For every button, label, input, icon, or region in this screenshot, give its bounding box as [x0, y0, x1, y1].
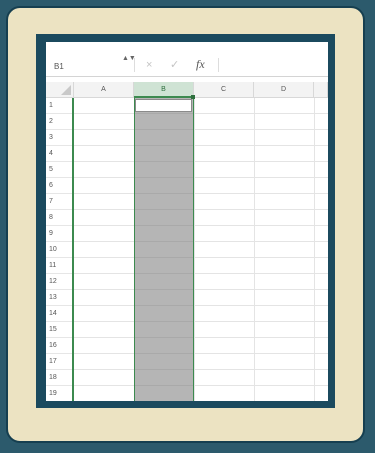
gridline-horizontal — [74, 193, 328, 194]
gridline-horizontal — [74, 225, 328, 226]
row-header-4[interactable]: 4 — [46, 146, 74, 162]
gridline-horizontal — [135, 225, 193, 226]
row-header-12[interactable]: 12 — [46, 274, 74, 290]
formula-bar-divider — [134, 58, 135, 72]
gridline-horizontal — [74, 289, 328, 290]
gridline-horizontal — [74, 321, 328, 322]
gridline-horizontal — [135, 289, 193, 290]
column-header-d[interactable]: D — [254, 82, 314, 98]
row-header-18[interactable]: 18 — [46, 370, 74, 386]
gridline-horizontal — [74, 161, 328, 162]
name-box-spinner-icon[interactable]: ▲▼ — [122, 55, 136, 73]
column-header-b[interactable]: B — [134, 82, 194, 98]
gridline-horizontal — [74, 129, 328, 130]
gridline-horizontal — [74, 305, 328, 306]
insert-function-icon[interactable]: fx — [196, 56, 205, 72]
gridline-vertical — [254, 98, 255, 401]
row-header-11[interactable]: 11 — [46, 258, 74, 274]
gridline-horizontal — [74, 385, 328, 386]
column-header-a[interactable]: A — [74, 82, 134, 98]
gridline-vertical — [314, 98, 315, 401]
active-cell[interactable] — [135, 99, 192, 112]
gridline-horizontal — [135, 369, 193, 370]
gridline-horizontal — [135, 305, 193, 306]
row-header-10[interactable]: 10 — [46, 242, 74, 258]
gridline-horizontal — [135, 161, 193, 162]
gridline-vertical — [194, 98, 195, 401]
gridline-horizontal — [74, 145, 328, 146]
gridline-horizontal — [135, 177, 193, 178]
row-header-19[interactable]: 19 — [46, 386, 74, 401]
column-header-partial[interactable] — [314, 82, 328, 98]
row-header-1[interactable]: 1 — [46, 98, 74, 114]
fill-handle[interactable] — [191, 95, 195, 99]
gridline-horizontal — [74, 273, 328, 274]
gridline-horizontal — [74, 177, 328, 178]
enter-check-icon[interactable]: ✓ — [170, 58, 179, 72]
row-header-5[interactable]: 5 — [46, 162, 74, 178]
select-all-corner[interactable] — [46, 82, 74, 98]
gridline-horizontal — [74, 113, 328, 114]
cancel-icon[interactable]: × — [146, 58, 152, 72]
formula-bar: B1 ▲▼ × ✓ fx — [46, 42, 328, 77]
spreadsheet: B1 ▲▼ × ✓ fx A B C D 1 2 3 4 5 6 7 8 9 10 11 12 13 14 15 16… — [46, 42, 328, 401]
gridline-horizontal — [135, 193, 193, 194]
row-header-6[interactable]: 6 — [46, 178, 74, 194]
gridline-horizontal — [135, 129, 193, 130]
row-header-13[interactable]: 13 — [46, 290, 74, 306]
gridline-horizontal — [135, 257, 193, 258]
gridline-horizontal — [74, 353, 328, 354]
row-header-7[interactable]: 7 — [46, 194, 74, 210]
row-header-8[interactable]: 8 — [46, 210, 74, 226]
gridline-horizontal — [74, 337, 328, 338]
row-header-2[interactable]: 2 — [46, 114, 74, 130]
name-box[interactable]: B1 — [54, 60, 114, 74]
row-header-15[interactable]: 15 — [46, 322, 74, 338]
formula-bar-divider — [218, 58, 219, 72]
gridline-horizontal — [74, 369, 328, 370]
row-header-17[interactable]: 17 — [46, 354, 74, 370]
gridline-horizontal — [135, 113, 193, 114]
row-selection-indicator — [72, 98, 74, 401]
gridline-horizontal — [135, 337, 193, 338]
column-header-c[interactable]: C — [194, 82, 254, 98]
gridline-horizontal — [135, 145, 193, 146]
selected-column-range[interactable] — [134, 98, 194, 401]
gridline-horizontal — [135, 209, 193, 210]
row-header-16[interactable]: 16 — [46, 338, 74, 354]
row-header-9[interactable]: 9 — [46, 226, 74, 242]
gridline-horizontal — [135, 321, 193, 322]
gridline-horizontal — [74, 241, 328, 242]
gridline-horizontal — [135, 273, 193, 274]
gridline-horizontal — [74, 257, 328, 258]
row-header-3[interactable]: 3 — [46, 130, 74, 146]
gridline-horizontal — [74, 209, 328, 210]
gridline-horizontal — [135, 385, 193, 386]
gridline-horizontal — [135, 241, 193, 242]
gridline-horizontal — [135, 353, 193, 354]
row-header-14[interactable]: 14 — [46, 306, 74, 322]
